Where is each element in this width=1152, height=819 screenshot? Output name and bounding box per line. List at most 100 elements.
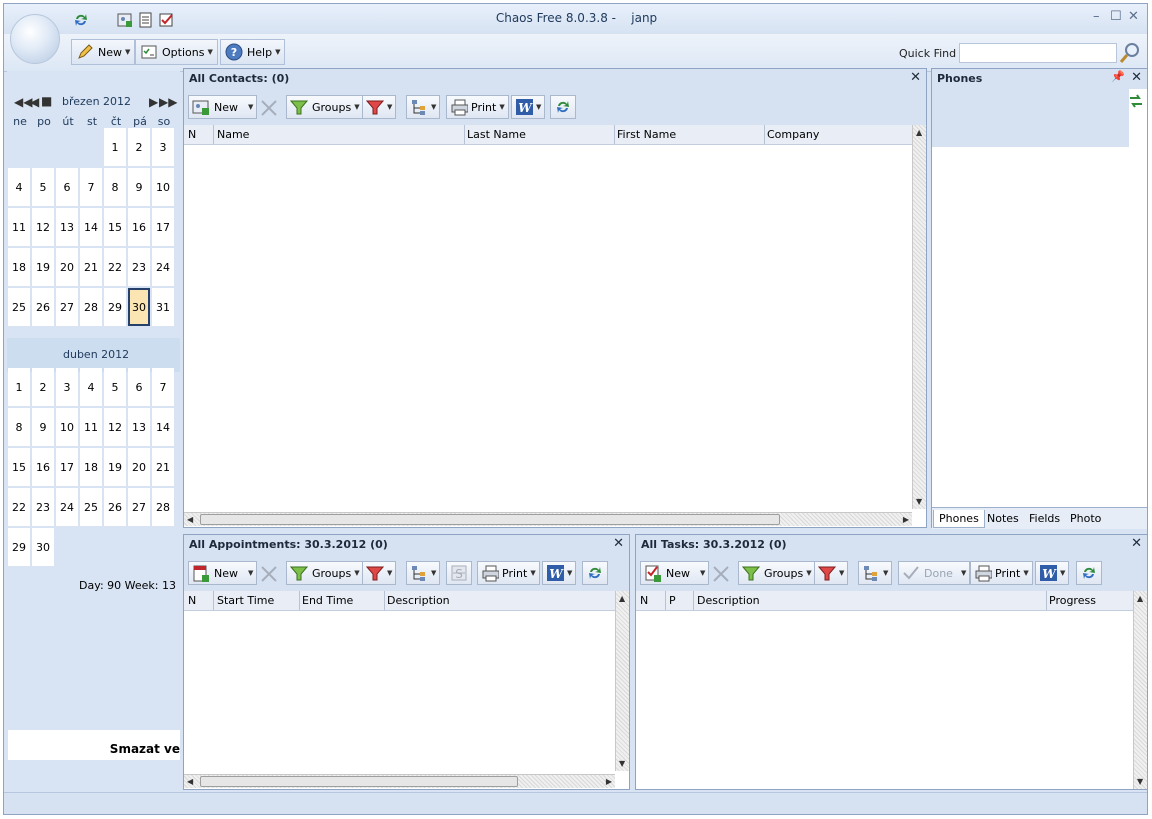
close-icon[interactable]: ✕	[910, 70, 921, 85]
filter-button[interactable]: ▼	[814, 561, 849, 585]
calendar-day[interactable]: 12	[104, 408, 126, 446]
scroll-left-icon[interactable]: ◀	[187, 777, 193, 786]
word-export-button[interactable]: W ▼	[542, 561, 577, 585]
maximize-button[interactable]: ☐	[1110, 9, 1122, 24]
calendar-day[interactable]: 10	[152, 168, 174, 206]
calendar-day[interactable]: 9	[128, 168, 150, 206]
calendar-day[interactable]: 18	[80, 448, 102, 486]
groups-button[interactable]: Groups ▼	[286, 561, 364, 585]
column-n[interactable]: N	[188, 128, 196, 141]
calendar-day[interactable]: 14	[80, 208, 102, 246]
print-button[interactable]: Print ▼	[446, 95, 509, 119]
scroll-down-icon[interactable]: ▼	[619, 759, 625, 768]
column-name[interactable]: Name	[217, 128, 249, 141]
search-icon[interactable]	[1118, 41, 1142, 65]
calendar-day[interactable]: 7	[152, 368, 174, 406]
calendar-day[interactable]: 12	[32, 208, 54, 246]
scroll-right-icon[interactable]: ▶	[903, 515, 909, 524]
filter-button[interactable]: ▼	[362, 95, 397, 119]
calendar-day[interactable]: 8	[8, 408, 30, 446]
scroll-left-icon[interactable]: ◀	[187, 515, 193, 524]
calendar-day[interactable]: 22	[8, 488, 30, 526]
calendar-day[interactable]: 20	[56, 248, 78, 286]
swap-icon[interactable]	[1129, 94, 1143, 108]
calendar-day[interactable]: 28	[152, 488, 174, 526]
filter-button[interactable]: ▼	[362, 561, 397, 585]
word-export-button[interactable]: W ▼	[511, 95, 546, 119]
help-menu-button[interactable]: ? Help ▼	[220, 39, 286, 65]
quickfind-input[interactable]	[959, 43, 1117, 63]
prev-month-icon[interactable]: ◀	[30, 95, 39, 109]
calendar-day[interactable]: 27	[128, 488, 150, 526]
tab-fields[interactable]: Fields	[1024, 510, 1065, 527]
calendar-day[interactable]: 24	[152, 248, 174, 286]
calendar-day[interactable]: 1	[8, 368, 30, 406]
scroll-thumb[interactable]	[200, 514, 780, 525]
calendar-day[interactable]: 30	[128, 288, 150, 326]
close-button[interactable]: ✕	[1128, 9, 1139, 24]
calendar-day[interactable]: 5	[32, 168, 54, 206]
new-menu-button[interactable]: New ▼	[71, 39, 136, 65]
calendar-day[interactable]: 15	[8, 448, 30, 486]
calendar-day[interactable]: 2	[128, 128, 150, 166]
application-orb[interactable]	[10, 14, 60, 64]
calendar-day[interactable]: 10	[56, 408, 78, 446]
column-n[interactable]: N	[640, 594, 648, 607]
calendar-day[interactable]: 20	[128, 448, 150, 486]
column-company[interactable]: Company	[767, 128, 819, 141]
pin-icon[interactable]: 📌	[1111, 70, 1125, 83]
tasks-vertical-scrollbar[interactable]: ▲ ▼	[1133, 591, 1147, 789]
calendar-day[interactable]: 22	[104, 248, 126, 286]
refresh-button[interactable]	[582, 561, 608, 585]
calendar-day[interactable]: 21	[80, 248, 102, 286]
minimize-button[interactable]: –	[1093, 9, 1100, 24]
calendar-day[interactable]: 16	[128, 208, 150, 246]
print-button[interactable]: Print ▼	[970, 561, 1033, 585]
tree-view-button[interactable]: ▼	[858, 561, 893, 585]
calendar-day[interactable]: 14	[152, 408, 174, 446]
scroll-thumb[interactable]	[200, 776, 518, 787]
column-progress[interactable]: Progress	[1049, 594, 1096, 607]
calendar-day[interactable]: 6	[128, 368, 150, 406]
refresh-button[interactable]	[550, 95, 576, 119]
calendar-day[interactable]: 4	[80, 368, 102, 406]
column-description[interactable]: Description	[697, 594, 760, 607]
delete-button[interactable]	[256, 95, 280, 119]
column-first-name[interactable]: First Name	[617, 128, 676, 141]
delete-button[interactable]	[708, 561, 732, 585]
calendar-day[interactable]: 5	[104, 368, 126, 406]
scroll-up-icon[interactable]: ▲	[1137, 594, 1143, 603]
calendar-day[interactable]: 19	[104, 448, 126, 486]
close-icon[interactable]: ✕	[1131, 70, 1142, 85]
calendar-day[interactable]: 19	[32, 248, 54, 286]
column-n[interactable]: N	[188, 594, 196, 607]
scroll-up-icon[interactable]: ▲	[916, 128, 922, 137]
column-description[interactable]: Description	[387, 594, 450, 607]
calendar-day[interactable]: 23	[128, 248, 150, 286]
calendar-day[interactable]: 7	[80, 168, 102, 206]
tab-photo[interactable]: Photo	[1065, 510, 1106, 527]
appointments-horizontal-scrollbar[interactable]: ◀ ▶	[184, 774, 615, 788]
tab-phones[interactable]: Phones	[933, 510, 985, 528]
calendar-day[interactable]: 31	[152, 288, 174, 326]
calendar-day[interactable]: 27	[56, 288, 78, 326]
calendar-day[interactable]: 17	[152, 208, 174, 246]
today-icon[interactable]: ■	[41, 94, 52, 108]
next-year-icon[interactable]: ▶▶	[159, 95, 177, 109]
scroll-right-icon[interactable]: ▶	[606, 777, 612, 786]
calendar-day[interactable]: 24	[56, 488, 78, 526]
calendar-day[interactable]: 29	[8, 528, 30, 566]
calendar-day[interactable]: 9	[32, 408, 54, 446]
done-button[interactable]: Done ▼	[898, 561, 971, 585]
calendar-day[interactable]: 15	[104, 208, 126, 246]
calendar-day[interactable]: 16	[32, 448, 54, 486]
close-icon[interactable]: ✕	[1131, 536, 1142, 551]
calendar-day[interactable]: 29	[104, 288, 126, 326]
calendar-day[interactable]: 13	[128, 408, 150, 446]
calendar-day[interactable]: 17	[56, 448, 78, 486]
calendar-day[interactable]: 1	[104, 128, 126, 166]
contacts-horizontal-scrollbar[interactable]: ◀ ▶	[184, 512, 912, 526]
scroll-down-icon[interactable]: ▼	[916, 497, 922, 506]
calendar-day[interactable]: 21	[152, 448, 174, 486]
print-button[interactable]: Print ▼	[477, 561, 540, 585]
